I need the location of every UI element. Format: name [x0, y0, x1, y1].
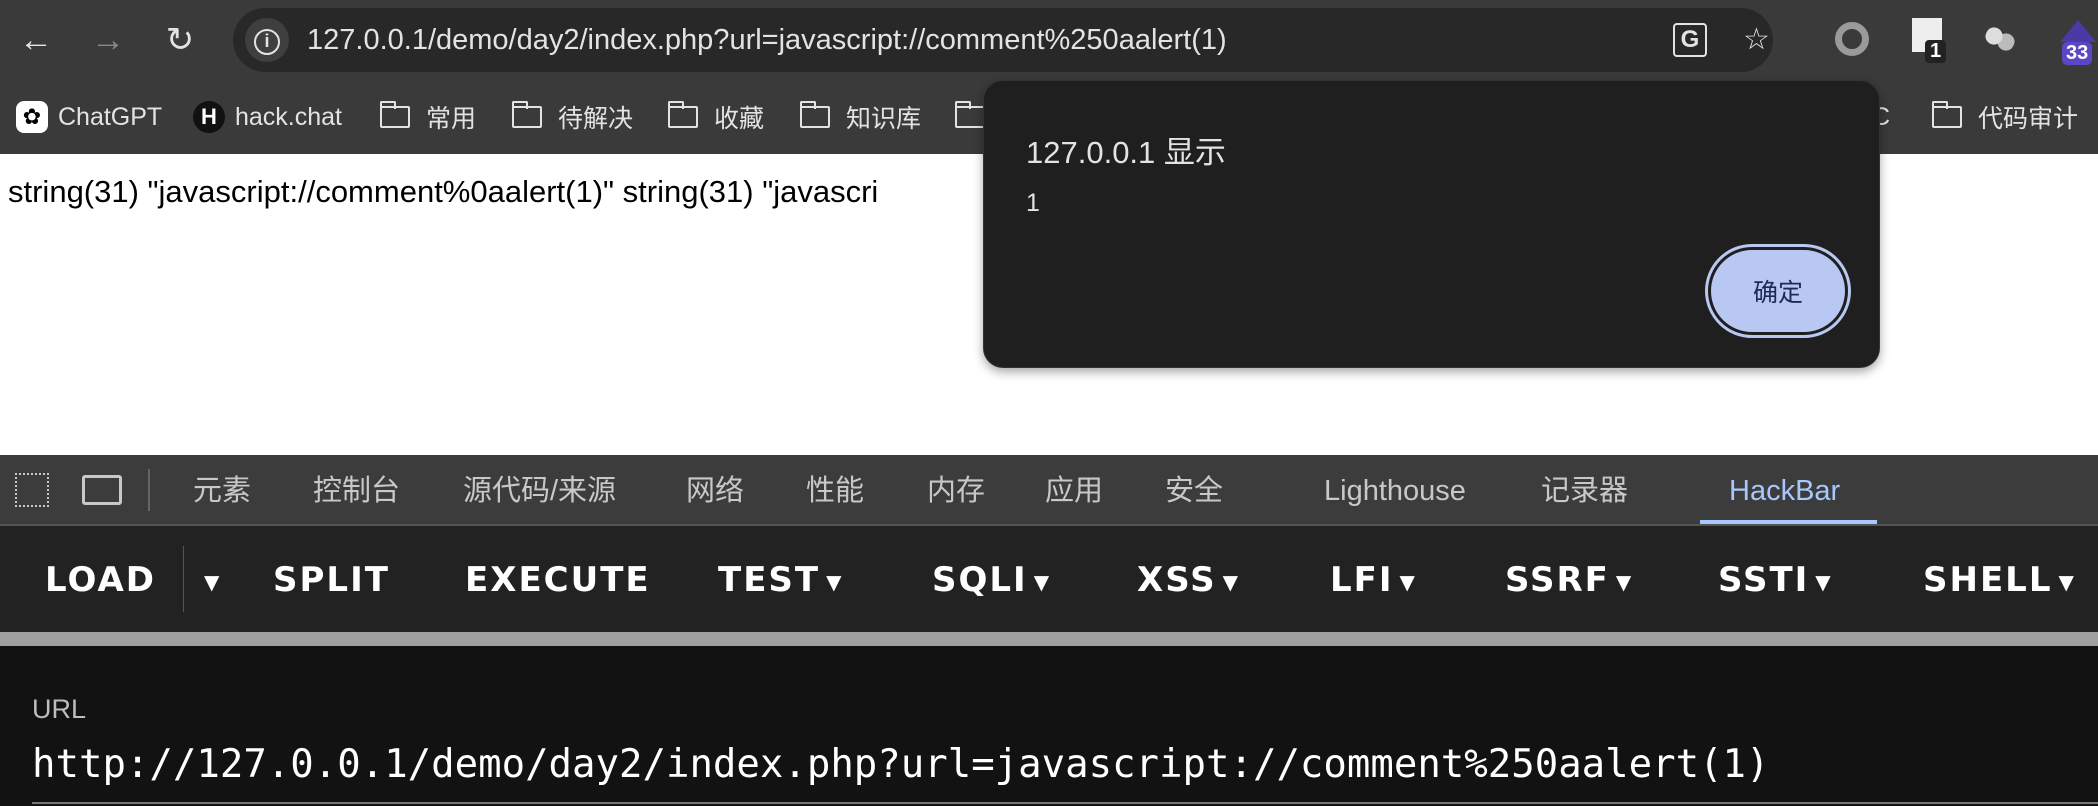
- folder-icon: [379, 101, 410, 128]
- extension-badge: 1: [1925, 40, 1947, 63]
- folder-icon: [954, 101, 985, 128]
- bookmark-label: 收藏: [714, 105, 765, 133]
- extension-arrow-icon[interactable]: [2060, 20, 2096, 42]
- bookmark-hackchat[interactable]: Hhack.chat: [193, 98, 342, 136]
- bookmark-label: ChatGPT: [58, 102, 163, 131]
- menu-label: SSRF: [1505, 560, 1610, 600]
- dialog-title: 127.0.0.1 显示: [1026, 135, 1226, 170]
- ssrf-menu[interactable]: SSRF ▼: [1505, 560, 1631, 602]
- menu-label: SHELL: [1923, 560, 2053, 600]
- forward-icon[interactable]: →: [88, 20, 128, 60]
- bookmark-folder[interactable]: 待解决: [511, 98, 634, 136]
- back-icon[interactable]: ←: [16, 20, 56, 60]
- bookmark-label: hack.chat: [235, 102, 343, 131]
- menu-label: XSS: [1137, 560, 1217, 600]
- hackbar-toolbar: LOAD ▼ SPLIT EXECUTE TEST ▼ SQLI ▼ XSS ▼ LF…: [0, 526, 2098, 632]
- shell-menu[interactable]: SHELL ▼: [1923, 560, 2074, 602]
- extension-badge: 33: [2062, 42, 2093, 65]
- tab-memory[interactable]: 内存: [927, 473, 985, 509]
- folder-icon: [667, 101, 698, 128]
- divider: [183, 546, 184, 612]
- tab-performance[interactable]: 性能: [806, 473, 864, 509]
- browser-toolbar: ← → ↻ i 127.0.0.1/demo/day2/index.php?ur…: [0, 0, 2098, 80]
- chevron-down-icon: ▼: [826, 569, 842, 594]
- address-text[interactable]: 127.0.0.1/demo/day2/index.php?url=javasc…: [307, 22, 1227, 58]
- reload-icon[interactable]: ↻: [160, 20, 200, 60]
- page-output: string(31) "javascript://comment%0aalert…: [8, 174, 879, 209]
- tab-network[interactable]: 网络: [686, 473, 744, 509]
- bookmark-folder[interactable]: 知识库: [799, 98, 922, 136]
- hackbar-url-panel: URL http://127.0.0.1/demo/day2/index.php…: [0, 646, 2098, 806]
- load-menu-caret-icon[interactable]: ▼: [198, 560, 219, 602]
- address-bar[interactable]: i 127.0.0.1/demo/day2/index.php?url=java…: [233, 8, 1773, 72]
- folder-icon: [1931, 101, 1962, 128]
- active-tab-indicator: [1700, 520, 1877, 524]
- xss-menu[interactable]: XSS ▼: [1137, 560, 1238, 602]
- menu-label: TEST: [718, 560, 821, 600]
- sqli-menu[interactable]: SQLI ▼: [932, 560, 1049, 602]
- tab-elements[interactable]: 元素: [193, 473, 251, 509]
- tab-console[interactable]: 控制台: [313, 473, 400, 509]
- folder-icon: [511, 101, 542, 128]
- menu-label: SQLI: [932, 560, 1028, 600]
- device-toolbar-icon[interactable]: [82, 475, 122, 505]
- chevron-down-icon: ▼: [1222, 569, 1239, 594]
- test-menu[interactable]: TEST ▼: [718, 560, 842, 602]
- divider: [148, 469, 150, 511]
- split-button[interactable]: SPLIT: [273, 560, 390, 600]
- url-input[interactable]: http://127.0.0.1/demo/day2/index.php?url…: [32, 742, 2072, 787]
- bookmark-folder[interactable]: 收藏: [667, 98, 765, 136]
- chevron-down-icon: ▼: [2058, 569, 2074, 594]
- bookmark-label: 代码审计: [1978, 105, 2079, 133]
- devtools-tabbar: 元素 控制台 源代码/来源 网络 性能 内存 应用 安全 Lighthouse …: [0, 455, 2098, 526]
- load-button[interactable]: LOAD: [45, 560, 156, 600]
- resize-handle[interactable]: [0, 632, 2098, 646]
- bookmark-label: 知识库: [846, 105, 922, 133]
- star-icon[interactable]: ☆: [1743, 22, 1770, 58]
- menu-label: LFI: [1330, 560, 1394, 600]
- ok-button[interactable]: 确定: [1705, 244, 1851, 338]
- tab-lighthouse[interactable]: Lighthouse: [1324, 473, 1466, 509]
- bookmark-folder[interactable]: 常用: [379, 98, 477, 136]
- dialog-message: 1: [1026, 189, 1040, 217]
- chatgpt-icon: ✿: [16, 101, 48, 133]
- execute-button[interactable]: EXECUTE: [465, 560, 651, 600]
- bookmark-label: 待解决: [558, 105, 634, 133]
- alert-dialog: 127.0.0.1 显示 1 确定: [983, 80, 1880, 368]
- bookmark-label: 常用: [426, 105, 477, 133]
- chevron-down-icon: ▼: [1399, 569, 1415, 594]
- info-icon[interactable]: i: [245, 18, 289, 62]
- menu-label: SSTI: [1718, 560, 1810, 600]
- url-label: URL: [32, 694, 87, 724]
- chevron-down-icon: ▼: [1815, 569, 1831, 594]
- tab-recorder[interactable]: 记录器: [1541, 473, 1628, 509]
- bookmark-folder[interactable]: 代码审计: [1931, 98, 2079, 136]
- translate-icon[interactable]: G: [1673, 23, 1707, 57]
- extension-dots-icon[interactable]: [1985, 24, 2015, 54]
- ssti-menu[interactable]: SSTI ▼: [1718, 560, 1831, 602]
- tab-security[interactable]: 安全: [1165, 473, 1223, 509]
- chevron-down-icon: ▼: [1615, 569, 1632, 594]
- tab-application[interactable]: 应用: [1045, 473, 1103, 509]
- chevron-down-icon: ▼: [1033, 569, 1050, 594]
- bookmark-chatgpt[interactable]: ✿ ChatGPT: [16, 98, 162, 136]
- url-input-underline: [32, 802, 2098, 804]
- lfi-menu[interactable]: LFI ▼: [1330, 560, 1415, 602]
- hackchat-icon: H: [193, 101, 225, 133]
- tab-hackbar[interactable]: HackBar: [1729, 473, 1840, 509]
- folder-icon: [799, 101, 830, 128]
- inspect-element-icon[interactable]: [15, 473, 49, 507]
- tab-sources[interactable]: 源代码/来源: [463, 473, 616, 509]
- extension-circle-icon[interactable]: [1835, 22, 1869, 56]
